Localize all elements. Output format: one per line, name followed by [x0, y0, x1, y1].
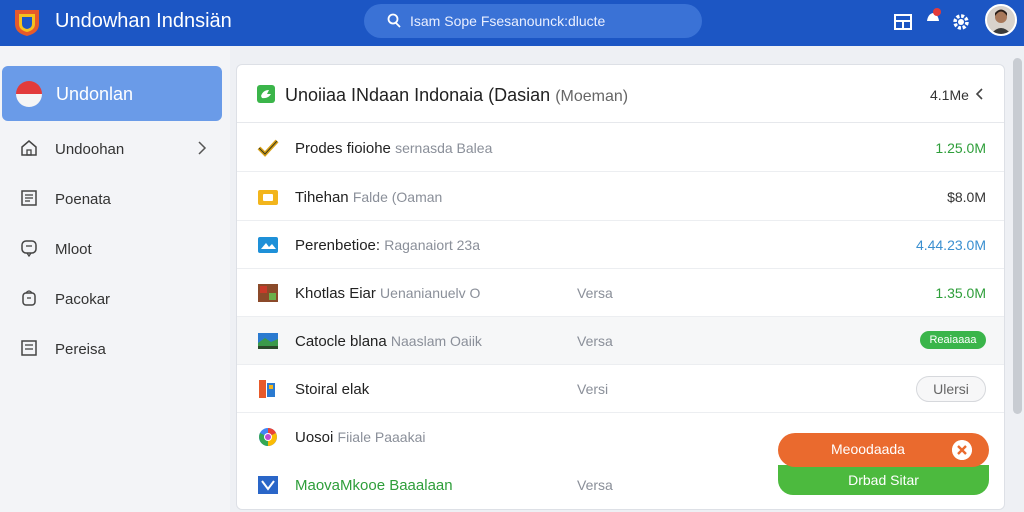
- item-size: $8.0M: [947, 189, 986, 205]
- top-bar: Undowhan Indnsiän Isam Sope Fsesanounck:…: [0, 0, 1024, 46]
- sidebar-item-pereisa[interactable]: Pereisa: [0, 329, 230, 369]
- photo-icon: [258, 284, 278, 302]
- panel-title-suffix: (Moeman): [555, 88, 629, 105]
- item-name: Prodes fioiohe: [295, 140, 391, 157]
- list-item[interactable]: Tihehan Falde (Oaman $8.0M: [237, 173, 1004, 221]
- sidebar-item-mloot[interactable]: Mloot: [0, 229, 230, 269]
- sidebar-item-label: Mloot: [55, 241, 92, 258]
- grid-icon[interactable]: [892, 11, 914, 33]
- item-subtitle: sernasda Balea: [395, 140, 493, 156]
- action-button[interactable]: Ulersi: [916, 376, 986, 402]
- sidebar: Undonlan Undoohan Poenata Mloot Pacokar …: [0, 46, 230, 512]
- panel-title: Unoiiaa INdaan Indonaia (Dasian (Moeman): [285, 85, 629, 105]
- item-subtitle: Falde (Oaman: [352, 189, 443, 205]
- folder-icon: [258, 190, 278, 205]
- item-size: 4.44.23.0M: [915, 237, 986, 253]
- item-name: Stoiral elak: [295, 381, 370, 398]
- avatar-image: [987, 6, 1015, 34]
- item-name: Tihehan: [295, 189, 349, 206]
- item-version: Versa: [577, 477, 613, 493]
- sidebar-item-pacokar[interactable]: Pacokar: [0, 279, 230, 319]
- item-version: Versa: [577, 285, 613, 301]
- item-name: Uosoi: [295, 429, 334, 446]
- search-icon: [387, 13, 401, 28]
- list-item[interactable]: Khotlas Eiar Uenanianuelv O Versa 1.35.0…: [237, 269, 1004, 317]
- item-size: 1.35.0M: [935, 285, 986, 301]
- item-subtitle: Uenanianuelv O: [380, 285, 481, 301]
- chevron-left-icon[interactable]: [974, 87, 984, 101]
- item-name: Khotlas Eiar: [295, 285, 376, 302]
- list-item[interactable]: Stoiral elak Versi Ulersi: [237, 365, 1004, 413]
- sidebar-item-label: Poenata: [55, 191, 111, 208]
- close-icon[interactable]: [952, 440, 972, 460]
- search-input[interactable]: Isam Sope Fsesanounck:dlucte: [410, 13, 605, 29]
- list-item[interactable]: Prodes fioiohe sernasda Balea 1.25.0M: [237, 124, 1004, 172]
- sidebar-active-label: Undonlan: [56, 84, 134, 104]
- item-size: 1.25.0M: [935, 140, 986, 156]
- search-bar[interactable]: Isam Sope Fsesanounck:dlucte: [364, 4, 702, 38]
- landscape-icon: [258, 333, 278, 349]
- toast-primary-label: Meoodaada: [831, 441, 905, 457]
- sidebar-item-label: Pacokar: [55, 291, 111, 308]
- chevron-right-icon: [198, 141, 207, 155]
- app-title: Undowhan Indnsiän: [55, 10, 232, 32]
- item-version: Versi: [577, 381, 609, 397]
- item-name: Catocle blana: [295, 333, 387, 350]
- status-badge: Reaiaaaa: [920, 331, 986, 349]
- item-subtitle: Naaslam Oaiik: [390, 333, 482, 349]
- gear-icon[interactable]: [950, 11, 972, 33]
- sidebar-item-poenata[interactable]: Poenata: [0, 179, 230, 219]
- item-subtitle: Fiiale Paaakai: [337, 429, 426, 445]
- image-icon: [258, 237, 278, 253]
- flag-icon: [16, 81, 42, 107]
- item-name: Perenbetioe:: [295, 237, 381, 254]
- list-icon: [21, 340, 37, 356]
- sidebar-item-undoohan[interactable]: Undoohan: [0, 129, 230, 169]
- sidebar-item-label: Undoohan: [55, 141, 125, 158]
- sidebar-item-active[interactable]: Undonlan: [2, 66, 222, 121]
- toast-secondary-action[interactable]: Drbad Sitar: [778, 465, 989, 495]
- check-icon: [257, 139, 279, 157]
- app-logo-icon[interactable]: [12, 7, 42, 37]
- chat-icon: [21, 240, 37, 257]
- package-icon: [22, 290, 36, 306]
- panel-header: Unoiiaa INdaan Indonaia (Dasian (Moeman)…: [237, 65, 1004, 123]
- notification-icon[interactable]: [922, 6, 944, 28]
- sidebar-item-label: Pereisa: [55, 341, 106, 358]
- item-subtitle: Raganaiort 23a: [384, 237, 480, 253]
- item-version: Versa: [577, 333, 613, 349]
- app-icon: [259, 380, 275, 398]
- vscode-icon: [258, 476, 278, 494]
- list-item[interactable]: Catocle blana Naaslam Oaiik Versa Reaiaa…: [237, 317, 1004, 365]
- toast-secondary-label: Drbad Sitar: [848, 472, 919, 488]
- item-name: MaovaMkooe Baaalaan: [295, 477, 453, 494]
- list-item[interactable]: Perenbetioe: Raganaiort 23a 4.44.23.0M: [237, 221, 1004, 269]
- document-icon: [21, 190, 37, 206]
- user-avatar[interactable]: [985, 4, 1017, 36]
- home-icon: [21, 140, 37, 156]
- chrome-icon: [259, 428, 277, 446]
- scrollbar[interactable]: [1013, 58, 1022, 414]
- panel-meta: 4.1Me: [930, 87, 969, 103]
- app-badge-icon: [257, 85, 275, 103]
